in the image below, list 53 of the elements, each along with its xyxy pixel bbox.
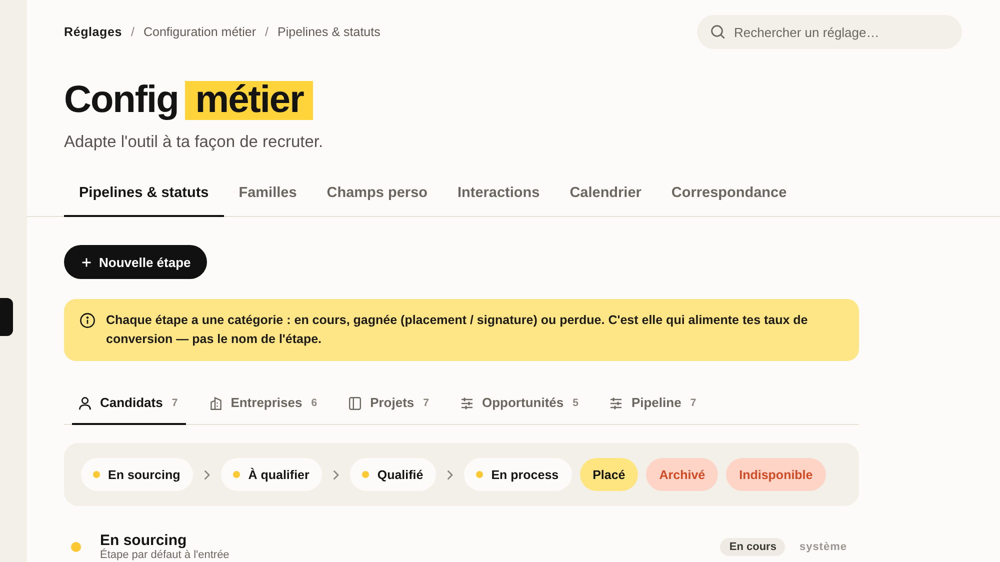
sidebar-handle[interactable] <box>0 298 13 336</box>
sliders-icon <box>461 396 473 410</box>
panel-icon <box>349 396 362 410</box>
stage-chip[interactable]: À qualifier <box>221 458 322 491</box>
tab-count: 7 <box>423 396 429 411</box>
status-dot-icon <box>93 471 100 478</box>
chevron-right-icon <box>447 470 454 480</box>
page-title: Config <box>64 78 178 123</box>
system-label: système <box>799 541 847 553</box>
plus-icon <box>82 258 91 266</box>
settings-tab[interactable]: Interactions <box>442 173 555 217</box>
chevron-right-icon <box>333 470 340 480</box>
search-field[interactable]: Rechercher un réglage… <box>697 15 962 49</box>
entity-tab[interactable]: Opportunités 5 <box>454 383 586 425</box>
entity-tab[interactable]: Pipeline 7 <box>603 383 704 425</box>
banner-text: Chaque étape a une catégorie : en cours, gagnée (placement / signature) ou perdue. C'est elle qui alimente tes taux de conversion — pas le nom de l'étape. <box>106 312 809 348</box>
breadcrumb-link[interactable]: Configuration métier <box>143 25 256 39</box>
settings-tab[interactable]: Calendrier <box>554 173 656 217</box>
info-icon <box>80 313 95 328</box>
status-dot-icon <box>233 471 240 478</box>
stage-chip[interactable]: Qualifié <box>350 458 436 491</box>
person-icon <box>79 396 91 410</box>
stage-chip[interactable]: En sourcing <box>81 458 194 491</box>
chevron-right-icon <box>204 470 210 480</box>
stage-name: En sourcing <box>100 533 187 549</box>
entity-tab[interactable]: Entreprises 6 <box>202 383 326 425</box>
title-highlight: métier <box>185 80 314 120</box>
breadcrumb-link[interactable]: Réglages <box>64 25 122 39</box>
breadcrumb-separator: / <box>265 25 269 39</box>
stage-chip[interactable]: En process <box>464 458 572 491</box>
stage-chip[interactable]: Placé <box>580 458 638 491</box>
building-icon <box>210 396 222 410</box>
entity-tab[interactable]: Candidats 7 <box>72 383 186 425</box>
status-dot-icon <box>71 542 81 552</box>
category-tag: En cours <box>720 538 786 556</box>
settings-tab[interactable]: Pipelines & statuts <box>64 173 224 217</box>
entity-tab[interactable]: Projets 7 <box>342 383 437 425</box>
status-dot-icon <box>362 471 370 478</box>
new-stage-button[interactable]: Nouvelle étape <box>64 245 207 279</box>
sliders-icon <box>610 396 622 410</box>
settings-tab[interactable]: Correspondance <box>656 173 802 217</box>
tab-count: 7 <box>690 396 696 411</box>
settings-tab[interactable]: Familles <box>224 173 312 217</box>
tab-count: 7 <box>172 396 178 411</box>
breadcrumb-separator: / <box>130 25 134 39</box>
status-dot-icon <box>476 471 484 478</box>
settings-tab[interactable]: Champs perso <box>312 173 442 217</box>
tab-count: 5 <box>572 396 578 411</box>
stage-description: Étape par défaut à l'entrée <box>100 549 230 561</box>
page-subtitle: Adapte l'outil à ta façon de recruter. <box>64 132 324 153</box>
breadcrumb-link[interactable]: Pipelines & statuts <box>278 25 380 39</box>
tab-count: 6 <box>311 396 318 411</box>
search-icon <box>711 25 725 39</box>
